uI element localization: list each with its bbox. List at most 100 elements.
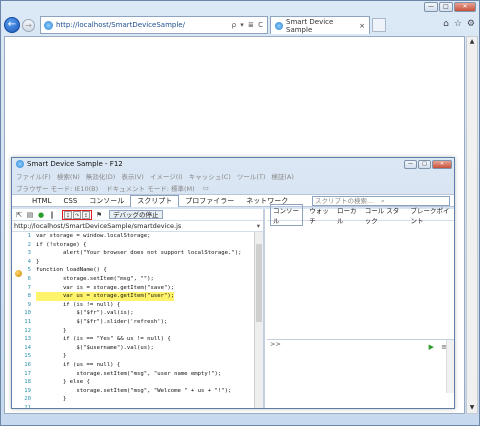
code-line[interactable]: 14 $("$username").val(us);	[12, 344, 253, 353]
line-number[interactable]: 9	[12, 301, 36, 310]
line-number[interactable]: 2	[12, 241, 36, 250]
new-tab-button[interactable]	[372, 18, 386, 32]
code-scroll-thumb[interactable]	[256, 244, 262, 322]
layout-icon[interactable]: ▤	[26, 211, 34, 219]
console-scrollbar[interactable]	[446, 340, 454, 393]
minimize-button[interactable]: —	[424, 2, 438, 12]
close-button[interactable]: ✕	[454, 2, 476, 12]
code-line[interactable]: 3 alert("Your browser does not support l…	[12, 249, 253, 258]
code-line[interactable]: 10 $("$fr").val(is);	[12, 309, 253, 318]
maximize-button[interactable]: □	[439, 2, 453, 12]
line-number[interactable]: 17	[12, 370, 36, 379]
code-line[interactable]: 21	[12, 404, 253, 408]
code-editor[interactable]: 1 var storage = window.localStorage; 2 if (…	[12, 232, 253, 408]
devtools-close-button[interactable]: ✕	[432, 159, 452, 169]
break-on-error-icon[interactable]: ⚑	[95, 211, 103, 219]
scroll-down-icon[interactable]: ▼	[467, 403, 477, 413]
line-number[interactable]: 18	[12, 378, 36, 387]
code-line[interactable]: 8 var us = storage.getItem("user");	[12, 292, 253, 301]
tab-console-right[interactable]: コンソール	[270, 203, 304, 226]
scroll-up-icon[interactable]: ▲	[467, 37, 477, 47]
code-line[interactable]: 18 } else {	[12, 378, 253, 387]
address-bar[interactable]: http://localhost/SmartDeviceSample/ ρ ▾ …	[40, 16, 268, 34]
menu-validate[interactable]: 検証(A)	[271, 171, 294, 181]
code-line[interactable]: 5 function loadName() {	[12, 266, 253, 275]
select-cursor-icon[interactable]: ⇱	[15, 211, 23, 219]
menu-cache[interactable]: キャッシュ(C)	[189, 171, 231, 181]
page-scrollbar[interactable]: ▲ ▼	[466, 36, 478, 414]
menu-images[interactable]: イメージ(I)	[150, 171, 183, 181]
tab-html[interactable]: HTML	[26, 195, 57, 207]
run-script-icon[interactable]: ▶	[429, 343, 434, 351]
code-line[interactable]: 1 var storage = window.localStorage;	[12, 232, 253, 241]
code-line[interactable]: 4}	[12, 258, 253, 267]
code-line[interactable]: 6 storage.setItem("msg", "");	[12, 275, 253, 284]
tab-locals[interactable]: ローカル	[337, 205, 359, 225]
code-line[interactable]: 2 if (!storage) {	[12, 241, 253, 250]
step-over-icon[interactable]: ↷	[73, 210, 81, 219]
step-into-icon[interactable]: ↧	[64, 210, 72, 219]
favorites-icon[interactable]: ☆	[454, 19, 462, 29]
pause-icon[interactable]: ‖	[48, 211, 56, 219]
mode-icon[interactable]: ▭	[203, 184, 209, 192]
line-number[interactable]: 1	[12, 232, 36, 241]
back-button[interactable]: ←	[4, 17, 20, 33]
code-line[interactable]: 16 if (us == null) {	[12, 361, 253, 370]
code-line[interactable]: 20 }	[12, 395, 253, 404]
code-line[interactable]: 9 if (is != null) {	[12, 301, 253, 310]
code-line[interactable]: 12 }	[12, 327, 253, 336]
gear-icon[interactable]: ⚙	[467, 19, 475, 29]
browser-mode[interactable]: ブラウザー モード: IE10(B)	[16, 183, 98, 193]
line-number[interactable]: 19	[12, 387, 36, 396]
tab-profiler[interactable]: プロファイラー	[179, 195, 240, 207]
continue-icon[interactable]: ●	[37, 211, 45, 219]
line-number[interactable]: 10	[12, 309, 36, 318]
code-line[interactable]: 13 if (is == "Yes" && us != null) {	[12, 335, 253, 344]
code-line[interactable]: 11 $("$fr").slider('refresh');	[12, 318, 253, 327]
line-number[interactable]: 20	[12, 395, 36, 404]
tab-close-icon[interactable]: ×	[359, 22, 365, 30]
file-dropdown-icon[interactable]: ▾	[257, 222, 260, 230]
line-number[interactable]: 21	[12, 404, 36, 408]
script-file-path[interactable]: http://localhost/SmartDeviceSample/smart…	[14, 222, 181, 230]
devtools-minimize-button[interactable]: —	[404, 159, 417, 169]
line-number[interactable]: 14	[12, 344, 36, 353]
line-number[interactable]: 11	[12, 318, 36, 327]
tab-callstack[interactable]: コール スタック	[365, 205, 405, 225]
line-number[interactable]: 16	[12, 361, 36, 370]
browser-tab[interactable]: Smart Device Sample ×	[270, 16, 370, 34]
document-mode[interactable]: ドキュメント モード: 標準(M)	[106, 183, 195, 193]
code-line[interactable]: 19 storage.setItem("msg", "Welcome " + u…	[12, 387, 253, 396]
line-number[interactable]: 15	[12, 352, 36, 361]
menu-disable[interactable]: 無効化(D)	[86, 171, 116, 181]
step-out-icon[interactable]: ↥	[82, 210, 90, 219]
browser-window: — □ ✕ ← → http://localhost/SmartDeviceSa…	[0, 0, 480, 426]
stop-debugging-button[interactable]: デバッグの停止	[109, 210, 163, 219]
tab-breakpoints[interactable]: ブレークポイント	[410, 205, 454, 225]
tab-css[interactable]: CSS	[57, 195, 83, 207]
forward-button[interactable]: →	[22, 18, 35, 32]
address-controls[interactable]: ρ ▾ ≣ C	[232, 21, 264, 29]
home-icon[interactable]: ⌂	[443, 19, 449, 29]
code-line[interactable]: 15 }	[12, 352, 253, 361]
menu-find[interactable]: 検索(N)	[57, 171, 80, 181]
code-line[interactable]: 7 var is = storage.getItem("save");	[12, 284, 253, 293]
line-number[interactable]: 12	[12, 327, 36, 336]
line-number[interactable]: 7	[12, 284, 36, 293]
console-input-area[interactable]: >> ▶ ≡	[267, 339, 454, 393]
url-text[interactable]: http://localhost/SmartDeviceSample/	[56, 21, 232, 29]
code-scrollbar[interactable]	[254, 232, 263, 408]
menu-tools[interactable]: ツール(T)	[237, 171, 266, 181]
line-number[interactable]: 13	[12, 335, 36, 344]
tab-console[interactable]: コンソール	[83, 195, 130, 207]
breakpoint-icon[interactable]	[15, 270, 22, 277]
tab-script[interactable]: スクリプト	[130, 194, 180, 207]
menu-view[interactable]: 表示(V)	[121, 171, 144, 181]
code-line[interactable]: 17 storage.setItem("msg", "user name emp…	[12, 370, 253, 379]
menu-file[interactable]: ファイル(F)	[16, 171, 51, 181]
line-number[interactable]: 3	[12, 249, 36, 258]
tab-watch[interactable]: ウォッチ	[309, 205, 331, 225]
line-number[interactable]: 8	[12, 292, 36, 301]
line-number[interactable]: 4	[12, 258, 36, 267]
devtools-maximize-button[interactable]: □	[418, 159, 431, 169]
